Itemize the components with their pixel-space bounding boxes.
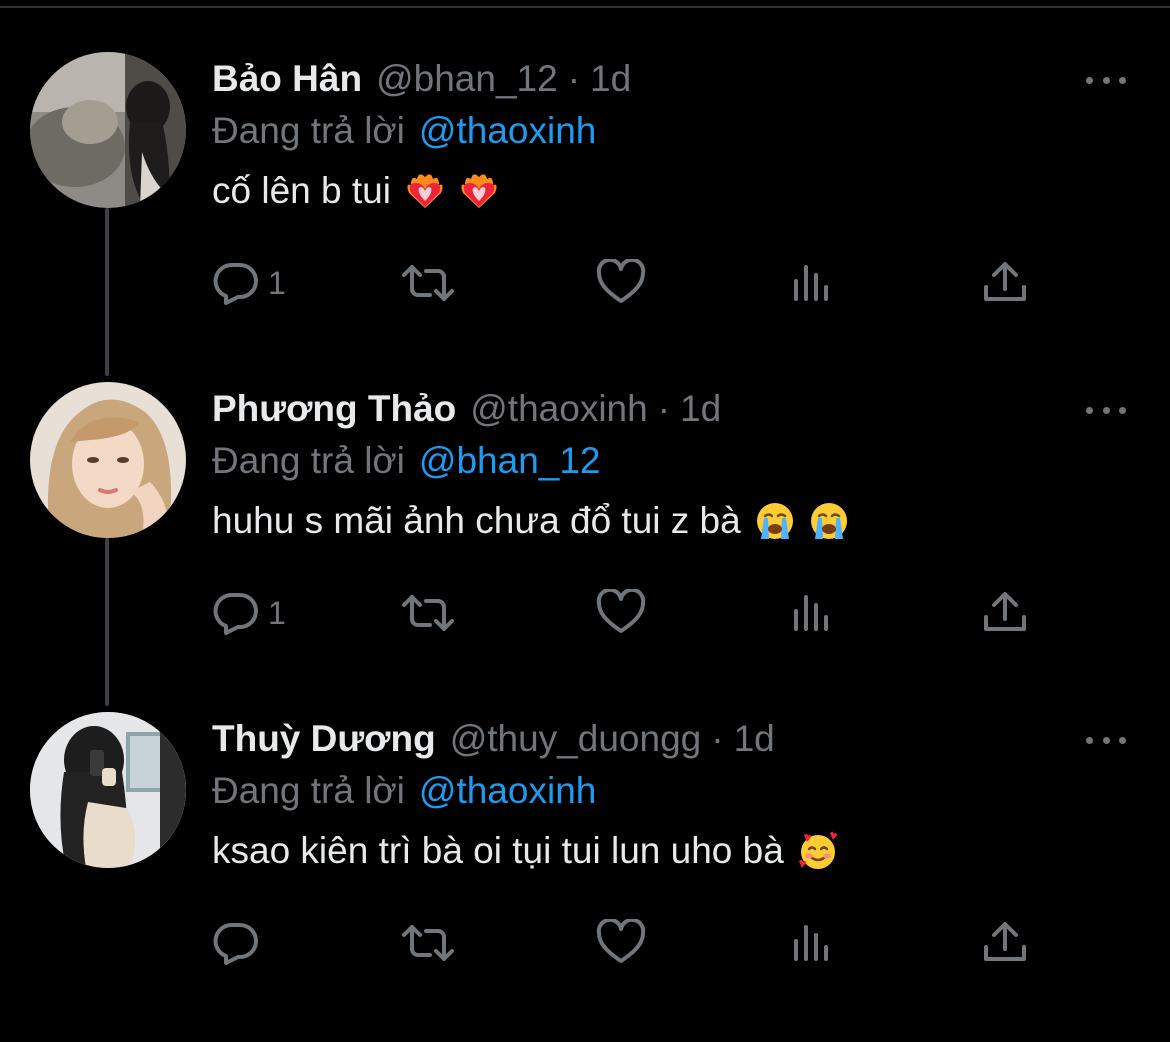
replying-to-mention[interactable]: @bhan_12 — [419, 440, 601, 482]
analytics-button[interactable] — [792, 588, 834, 638]
share-icon — [982, 919, 1028, 967]
tweet-text: cố lên b tui — [212, 164, 499, 218]
heart-on-fire-emoji — [459, 171, 499, 211]
analytics-icon — [792, 259, 834, 307]
smiling-face-with-hearts-emoji — [798, 831, 838, 871]
user-handle[interactable]: @thuy_duongg — [450, 718, 702, 760]
retweet-icon — [400, 259, 456, 307]
heart-icon — [596, 589, 646, 637]
reply-icon — [212, 589, 260, 637]
more-icon[interactable] — [1086, 400, 1126, 420]
analytics-button[interactable] — [792, 258, 834, 308]
loudly-crying-face-emoji — [809, 501, 849, 541]
share-button[interactable] — [982, 918, 1028, 968]
heart-icon — [596, 919, 646, 967]
replying-to: Đang trả lời @thaoxinh — [212, 106, 596, 156]
timestamp[interactable]: 1d — [590, 58, 631, 100]
tweet-text-content: ksao kiên trì bà oi tụi tui lun uho bà — [212, 830, 784, 871]
user-handle[interactable]: @thaoxinh — [470, 388, 647, 430]
reply-button[interactable]: 1 — [212, 258, 286, 308]
tweet-text: huhu s mãi ảnh chưa đổ tui z bà — [212, 494, 849, 548]
user-handle[interactable]: @bhan_12 — [376, 58, 558, 100]
loudly-crying-face-emoji — [755, 501, 795, 541]
reply-tweet[interactable]: Thuỳ Dương @thuy_duongg · 1d Đang trả lờ… — [0, 712, 1170, 1042]
share-icon — [982, 259, 1028, 307]
heart-on-fire-emoji — [405, 171, 445, 211]
separator-dot: · — [567, 58, 581, 99]
tweet-actions: 1 — [212, 258, 1042, 308]
reply-count: 1 — [268, 264, 286, 301]
retweet-icon — [400, 919, 456, 967]
retweet-button[interactable] — [400, 588, 456, 638]
reply-icon — [212, 919, 260, 967]
replying-to: Đang trả lời @thaoxinh — [212, 766, 596, 816]
replying-to-mention[interactable]: @thaoxinh — [419, 110, 596, 152]
replying-to: Đang trả lời @bhan_12 — [212, 436, 601, 486]
tweet-text-content: huhu s mãi ảnh chưa đổ tui z bà — [212, 500, 741, 541]
display-name[interactable]: Phương Thảo — [212, 388, 456, 430]
analytics-icon — [792, 589, 834, 637]
retweet-icon — [400, 589, 456, 637]
share-icon — [982, 589, 1028, 637]
tweet-text-content: cố lên b tui — [212, 170, 391, 211]
heart-icon — [596, 259, 646, 307]
top-divider — [0, 0, 1170, 8]
more-icon[interactable] — [1086, 70, 1126, 90]
reply-icon — [212, 259, 260, 307]
retweet-button[interactable] — [400, 918, 456, 968]
reply-tweet[interactable]: Bảo Hân @bhan_12 · 1d Đang trả lời @thao… — [0, 52, 1170, 382]
reply-button[interactable] — [212, 918, 268, 968]
analytics-icon — [792, 919, 834, 967]
tweet-actions — [212, 918, 1042, 968]
tweet-text: ksao kiên trì bà oi tụi tui lun uho bà — [212, 824, 838, 878]
separator-dot: · — [657, 388, 671, 429]
replying-to-label: Đang trả lời — [212, 440, 405, 481]
like-button[interactable] — [596, 588, 646, 638]
tweet-actions: 1 — [212, 588, 1042, 638]
reply-count: 1 — [268, 594, 286, 631]
analytics-button[interactable] — [792, 918, 834, 968]
replying-to-label: Đang trả lời — [212, 110, 405, 151]
avatar[interactable] — [30, 382, 186, 538]
timestamp[interactable]: 1d — [734, 718, 775, 760]
like-button[interactable] — [596, 258, 646, 308]
reply-button[interactable]: 1 — [212, 588, 286, 638]
reply-tweet[interactable]: Phương Thảo @thaoxinh · 1d Đang trả lời … — [0, 382, 1170, 712]
retweet-button[interactable] — [400, 258, 456, 308]
replying-to-label: Đang trả lời — [212, 770, 405, 811]
timestamp[interactable]: 1d — [680, 388, 721, 430]
share-button[interactable] — [982, 588, 1028, 638]
share-button[interactable] — [982, 258, 1028, 308]
replying-to-mention[interactable]: @thaoxinh — [419, 770, 596, 812]
avatar[interactable] — [30, 712, 186, 868]
like-button[interactable] — [596, 918, 646, 968]
display-name[interactable]: Bảo Hân — [212, 58, 362, 100]
avatar[interactable] — [30, 52, 186, 208]
display-name[interactable]: Thuỳ Dương — [212, 718, 436, 760]
more-icon[interactable] — [1086, 730, 1126, 750]
separator-dot: · — [711, 718, 724, 759]
